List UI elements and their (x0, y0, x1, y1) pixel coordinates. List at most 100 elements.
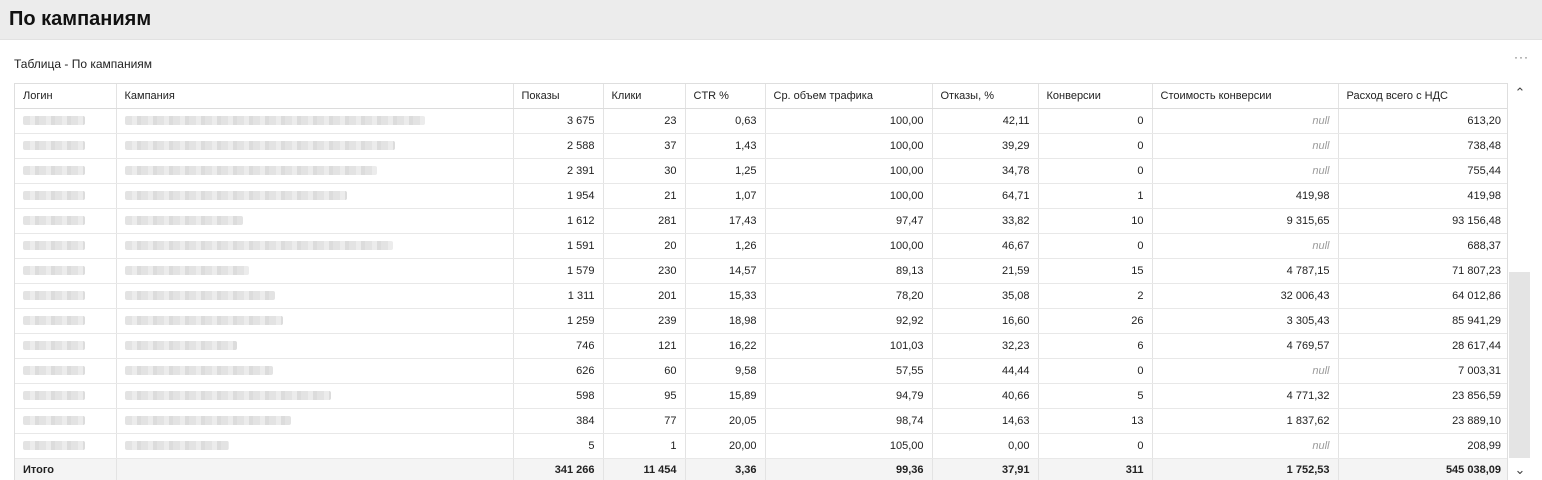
cell-campaign (116, 108, 514, 134)
redacted-login (23, 291, 85, 301)
cell-shows: 746 (513, 333, 604, 359)
table-row[interactable]: 1 591 20 1,26 100,00 46,67 0 null 688,37 (15, 233, 1507, 259)
cell-conversions: 26 (1038, 308, 1153, 334)
table-row[interactable]: 746 121 16,22 101,03 32,23 6 4 769,57 28 617,44 (15, 333, 1507, 359)
table-row[interactable]: 2 391 30 1,25 100,00 34,78 0 null 755,44 (15, 158, 1507, 184)
scroll-up-icon[interactable]: ⌃ (1511, 86, 1529, 100)
cell-spend: 23 856,59 (1338, 383, 1507, 409)
column-header-spend[interactable]: Расход всего с НДС (1338, 84, 1507, 109)
table-row[interactable]: 1 259 239 18,98 92,92 16,60 26 3 305,43 85 941,… (15, 308, 1507, 334)
redacted-campaign (124, 266, 249, 276)
cell-ctr: 15,33 (685, 283, 766, 309)
table-row[interactable]: 1 579 230 14,57 89,13 21,59 15 4 787,15 71 807,… (15, 258, 1507, 284)
redacted-campaign (124, 216, 243, 226)
redacted-campaign (124, 316, 283, 326)
cell-spend: 28 617,44 (1338, 333, 1507, 359)
cell-bounce: 32,23 (932, 333, 1039, 359)
cell-campaign (116, 308, 514, 334)
redacted-login (23, 141, 85, 151)
cell-clicks: 95 (603, 383, 686, 409)
cell-conversions: 0 (1038, 233, 1153, 259)
cell-spend: 738,48 (1338, 133, 1507, 159)
redacted-campaign (124, 341, 237, 351)
cell-shows: 598 (513, 383, 604, 409)
cell-conversion-cost: null (1152, 358, 1339, 384)
column-header-clicks[interactable]: Клики (603, 84, 686, 109)
column-header-bounce[interactable]: Отказы, % (932, 84, 1039, 109)
column-header-shows[interactable]: Показы (513, 84, 604, 109)
table-row[interactable]: 1 612 281 17,43 97,47 33,82 10 9 315,65 93 156,… (15, 208, 1507, 234)
cell-conversions: 0 (1038, 133, 1153, 159)
table-row[interactable]: 626 60 9,58 57,55 44,44 0 null 7 003,31 (15, 358, 1507, 384)
cell-shows: 1 612 (513, 208, 604, 234)
column-header-traffic[interactable]: Ср. объем трафика (765, 84, 933, 109)
cell-conversions: 0 (1038, 358, 1153, 384)
cell-conversion-cost: 32 006,43 (1152, 283, 1339, 309)
redacted-campaign (124, 416, 291, 426)
campaign-table-container[interactable]: Логин Кампания Показы Клики CTR % Ср. об… (14, 83, 1508, 480)
cell-bounce: 0,00 (932, 433, 1039, 459)
cell-bounce: 21,59 (932, 258, 1039, 284)
cell-bounce: 35,08 (932, 283, 1039, 309)
table-row[interactable]: 5 1 20,00 105,00 0,00 0 null 208,99 (15, 433, 1507, 459)
redacted-login (23, 241, 85, 251)
total-traffic: 99,36 (765, 457, 933, 480)
scroll-down-icon[interactable]: ⌄ (1511, 463, 1529, 477)
cell-campaign (116, 383, 514, 409)
table-row[interactable]: 3 675 23 0,63 100,00 42,11 0 null 613,20 (15, 108, 1507, 134)
cell-ctr: 20,05 (685, 408, 766, 434)
cell-campaign (116, 158, 514, 184)
cell-shows: 2 391 (513, 158, 604, 184)
cell-shows: 3 675 (513, 108, 604, 134)
table-row[interactable]: 384 77 20,05 98,74 14,63 13 1 837,62 23 889,10 (15, 408, 1507, 434)
redacted-campaign (124, 116, 425, 126)
redacted-campaign (124, 166, 377, 176)
cell-shows: 384 (513, 408, 604, 434)
cell-ctr: 20,00 (685, 433, 766, 459)
cell-bounce: 40,66 (932, 383, 1039, 409)
cell-traffic: 89,13 (765, 258, 933, 284)
cell-traffic: 100,00 (765, 158, 933, 184)
more-options-icon[interactable]: ··· (1514, 50, 1529, 64)
redacted-campaign (124, 391, 331, 401)
scrollbar-thumb[interactable] (1509, 272, 1530, 458)
column-header-ctr[interactable]: CTR % (685, 84, 766, 109)
table-row[interactable]: 1 311 201 15,33 78,20 35,08 2 32 006,43 64 012,… (15, 283, 1507, 309)
redacted-login (23, 116, 85, 126)
total-spend: 545 038,09 (1338, 457, 1507, 480)
cell-conversions: 6 (1038, 333, 1153, 359)
cell-spend: 755,44 (1338, 158, 1507, 184)
cell-clicks: 121 (603, 333, 686, 359)
redacted-campaign (124, 366, 273, 376)
column-header-conversion-cost[interactable]: Стоимость конверсии (1152, 84, 1339, 109)
cell-traffic: 100,00 (765, 108, 933, 134)
cell-ctr: 18,98 (685, 308, 766, 334)
cell-spend: 85 941,29 (1338, 308, 1507, 334)
redacted-campaign (124, 241, 393, 251)
table-row[interactable]: 2 588 37 1,43 100,00 39,29 0 null 738,48 (15, 133, 1507, 159)
cell-login (15, 158, 117, 184)
cell-clicks: 77 (603, 408, 686, 434)
redacted-login (23, 166, 85, 176)
cell-clicks: 21 (603, 183, 686, 209)
cell-conversions: 10 (1038, 208, 1153, 234)
cell-traffic: 94,79 (765, 383, 933, 409)
cell-ctr: 1,25 (685, 158, 766, 184)
cell-clicks: 239 (603, 308, 686, 334)
cell-conversion-cost: 1 837,62 (1152, 408, 1339, 434)
cell-bounce: 14,63 (932, 408, 1039, 434)
table-row[interactable]: 598 95 15,89 94,79 40,66 5 4 771,32 23 856,59 (15, 383, 1507, 409)
column-header-campaign[interactable]: Кампания (116, 84, 514, 109)
cell-conversion-cost: null (1152, 233, 1339, 259)
table-row[interactable]: 1 954 21 1,07 100,00 64,71 1 419,98 419,98 (15, 183, 1507, 209)
cell-login (15, 208, 117, 234)
cell-conversion-cost: null (1152, 158, 1339, 184)
cell-shows: 626 (513, 358, 604, 384)
column-header-conversions[interactable]: Конверсии (1038, 84, 1153, 109)
column-header-login[interactable]: Логин (15, 84, 117, 109)
cell-conversion-cost: 9 315,65 (1152, 208, 1339, 234)
cell-traffic: 100,00 (765, 133, 933, 159)
cell-bounce: 34,78 (932, 158, 1039, 184)
cell-login (15, 283, 117, 309)
cell-campaign (116, 283, 514, 309)
